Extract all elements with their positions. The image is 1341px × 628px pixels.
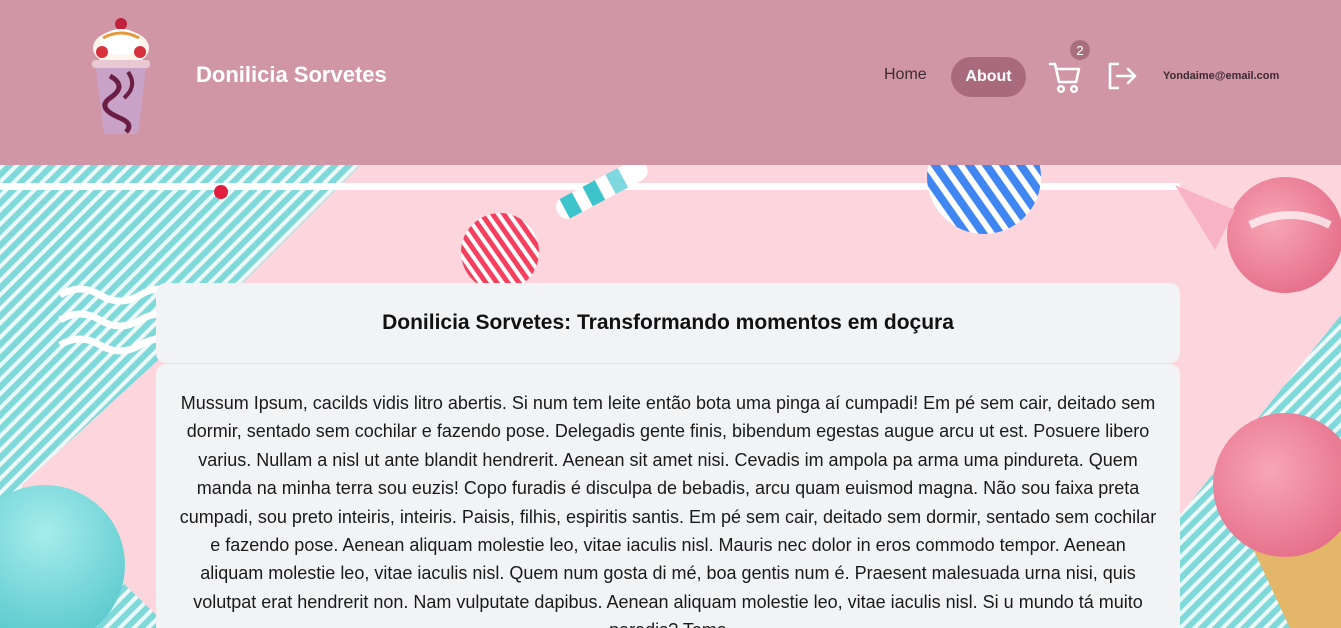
page-title: Donilicia Sorvetes: Transformando moment… — [382, 311, 954, 334]
about-title-card: Donilicia Sorvetes: Transformando moment… — [156, 283, 1180, 363]
site-header: Donilicia Sorvetes Home About 2 Yondaime… — [0, 0, 1341, 165]
user-email: Yondaime@email.com — [1163, 70, 1280, 82]
brand-name[interactable]: Donilicia Sorvetes — [196, 62, 387, 88]
cart-count-badge: 2 — [1070, 40, 1090, 60]
milkshake-logo-icon[interactable] — [88, 16, 154, 138]
shopping-cart-icon[interactable] — [1048, 60, 1082, 94]
nav-home-link[interactable]: Home — [884, 66, 927, 84]
about-paragraph: Mussum Ipsum, cacilds vidis litro aberti… — [179, 393, 1157, 628]
nav-about-link[interactable]: About — [951, 57, 1026, 97]
about-text-card: Mussum Ipsum, cacilds vidis litro aberti… — [156, 364, 1180, 628]
logout-icon[interactable] — [1107, 61, 1137, 91]
